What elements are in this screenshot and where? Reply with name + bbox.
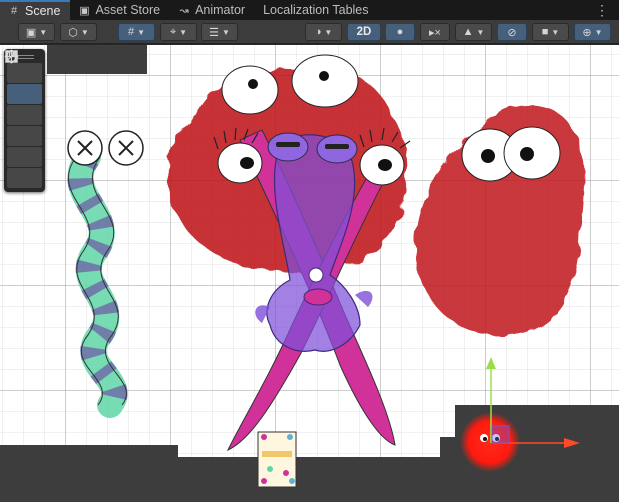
- ruler-icon: ☰: [209, 26, 219, 39]
- tab-asset-store[interactable]: ▣ Asset Store: [70, 0, 170, 20]
- shopping-bag-icon: ▣: [79, 4, 90, 17]
- align-snap-dropdown[interactable]: ☰ ▼: [201, 23, 238, 41]
- player-blob[interactable]: [460, 412, 520, 472]
- animator-icon: ↝: [179, 4, 189, 17]
- tab-localization-tables-label: Localization Tables: [263, 3, 369, 17]
- render-mode-dropdown[interactable]: ⬡ ▼: [60, 23, 97, 41]
- gizmos-dropdown[interactable]: ⊕ ▼: [574, 23, 611, 41]
- chevron-down-icon: ▼: [324, 27, 333, 37]
- card-sprite: [257, 431, 297, 488]
- grid-snap-icon: #: [127, 26, 135, 38]
- grid-snapping-dropdown[interactable]: # ▼: [118, 23, 155, 41]
- scene-viewport[interactable]: [0, 45, 619, 502]
- gizmo-plane-handle[interactable]: [491, 425, 510, 444]
- tab-scene-label: Scene: [25, 4, 61, 18]
- gizmo-y-arrow-icon[interactable]: [486, 357, 496, 369]
- effects-icon: ▲: [462, 26, 474, 38]
- dna-strand: [67, 130, 144, 418]
- scene-artwork: [0, 45, 619, 502]
- gizmo-globe-icon: ⊕: [582, 26, 592, 39]
- camera-dropdown[interactable]: ■ ▼: [532, 23, 569, 41]
- tab-asset-store-label: Asset Store: [95, 3, 161, 17]
- shaded-draw-mode-icon: ▣: [25, 26, 37, 39]
- chevron-down-icon: ▼: [39, 27, 48, 37]
- chevron-down-icon: ▼: [137, 27, 146, 37]
- lightbulb-icon: ●: [396, 26, 404, 38]
- audio-toggle[interactable]: ▸×: [420, 23, 450, 41]
- camera-icon: ■: [541, 26, 549, 38]
- transform-tool[interactable]: [5, 50, 42, 188]
- scale-tool[interactable]: [5, 50, 42, 146]
- grid-icon: #: [10, 5, 18, 17]
- tool-palette: [4, 49, 45, 192]
- chevron-down-icon: ▼: [551, 27, 560, 37]
- cube-icon: ⬡: [68, 26, 78, 39]
- chevron-down-icon: ▼: [594, 27, 603, 37]
- effects-dropdown[interactable]: ▲ ▼: [455, 23, 492, 41]
- tab-animator[interactable]: ↝ Animator: [170, 0, 255, 20]
- tab-animator-label: Animator: [195, 3, 246, 17]
- sphere-icon: ◑: [314, 26, 322, 38]
- scene-visibility-toggle[interactable]: ⊘: [497, 23, 527, 41]
- lighting-toggle[interactable]: ●: [385, 23, 415, 41]
- more-options-icon[interactable]: ⋮: [595, 2, 609, 18]
- ceiling-tile: [47, 45, 147, 74]
- scene-toolbar: ▣ ▼ ⬡ ▼ # ▼ ⌖ ▼ ☰ ▼ ◑ ▼ 2D ● ▸× ▲ ▼ ⊘ ■ ▼ ⊕ ▼: [0, 20, 619, 44]
- 2d-mode-label: 2D: [356, 26, 372, 38]
- snap-increment-icon: ⌖: [169, 25, 177, 38]
- rotate-tool[interactable]: [5, 50, 42, 125]
- tab-scene[interactable]: # Scene: [0, 0, 71, 20]
- transform-icon: [5, 50, 18, 63]
- speaker-muted-icon: ▸×: [429, 26, 441, 39]
- tab-localization-tables[interactable]: Localization Tables: [255, 0, 378, 20]
- chevron-down-icon: ▼: [221, 27, 230, 37]
- red-monster-right: [415, 104, 585, 335]
- move-tool[interactable]: [4, 49, 42, 104]
- rect-tool[interactable]: [5, 50, 42, 167]
- shading-dropdown[interactable]: ◑ ▼: [305, 23, 342, 41]
- 2d-mode-toggle[interactable]: 2D: [347, 23, 381, 41]
- increment-snap-dropdown[interactable]: ⌖ ▼: [160, 23, 197, 41]
- hand-tool[interactable]: [7, 50, 42, 83]
- ground-tiles: [0, 405, 619, 502]
- chevron-down-icon: ▼: [179, 27, 188, 37]
- chevron-down-icon: ▼: [476, 27, 485, 37]
- chevron-down-icon: ▼: [80, 27, 89, 37]
- eye-slash-icon: ⊘: [507, 26, 517, 39]
- draw-mode-dropdown[interactable]: ▣ ▼: [18, 23, 55, 41]
- editor-tab-bar: # Scene ▣ Asset Store ↝ Animator Localiz…: [0, 0, 619, 20]
